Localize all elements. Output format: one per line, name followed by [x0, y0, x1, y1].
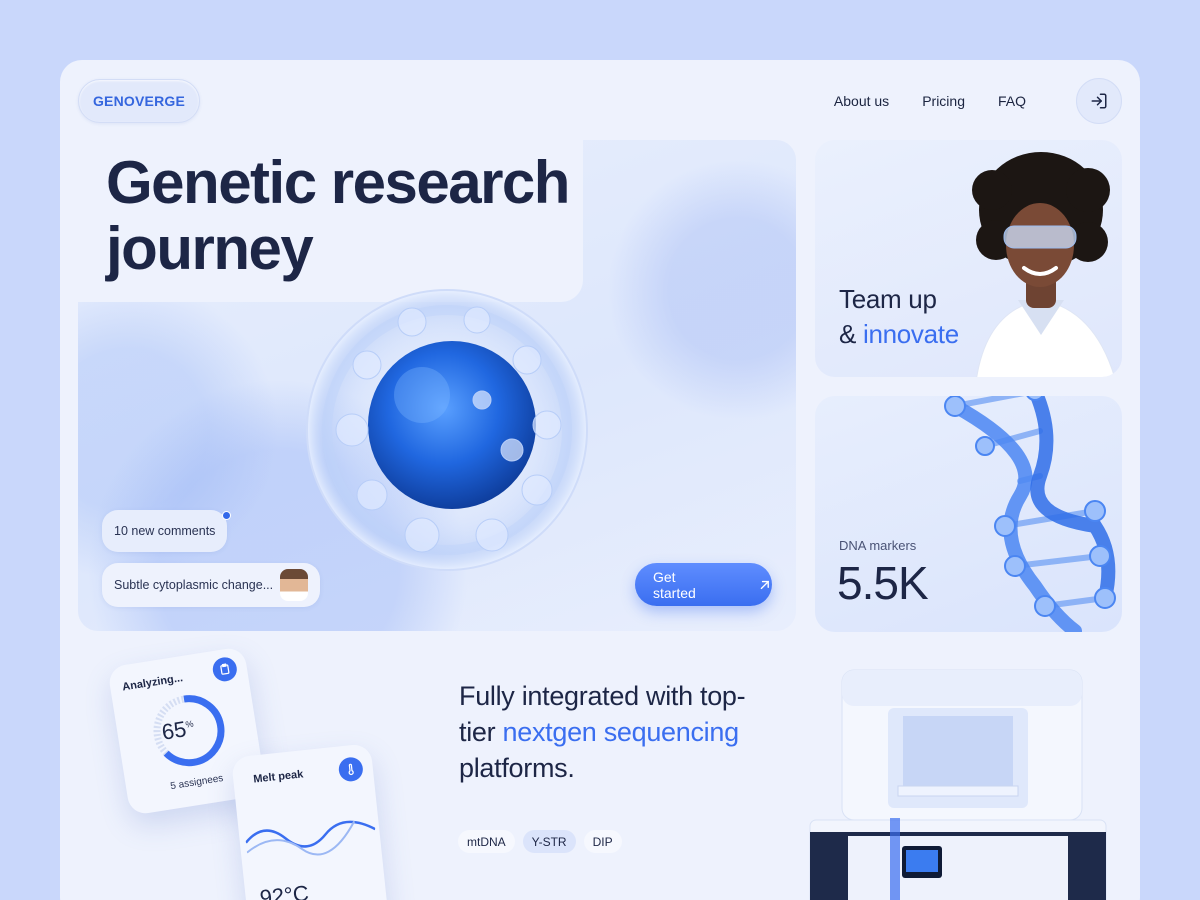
dna-helix-illustration [944, 396, 1116, 632]
analysis-percent-sign: % [184, 718, 195, 730]
comments-notification[interactable]: 10 new comments [102, 510, 232, 552]
page-title: Genetic research journey [106, 149, 570, 282]
team-line-2-prefix: & [839, 319, 863, 349]
arrow-up-right-icon [761, 580, 770, 589]
tag-dip[interactable]: DIP [583, 830, 622, 853]
login-icon [1091, 93, 1107, 109]
melt-title: Melt peak [252, 768, 304, 786]
tagline-line-2-accent: nextgen sequencing [502, 717, 740, 747]
title-line-1: Genetic research [106, 149, 570, 216]
team-line-1: Team up [839, 284, 937, 314]
tagline-line-2-prefix: tier [459, 717, 503, 747]
marker-tags: mtDNA Y-STR DIP [458, 830, 622, 853]
cell-illustration [306, 289, 588, 571]
dna-markers-label: DNA markers [839, 538, 917, 553]
brand-name: GENOVERGE [92, 93, 186, 109]
melt-curve [244, 820, 376, 856]
nav-faq[interactable]: FAQ [998, 93, 1026, 109]
comments-count: 10 new comments [114, 524, 216, 538]
get-started-button[interactable]: Get started [635, 563, 772, 606]
integration-tagline: Fully integrated with top- tier nextgen … [459, 678, 789, 786]
melt-temperature: 92°C [258, 880, 310, 900]
scientist-portrait [972, 152, 1115, 377]
dna-markers-card[interactable]: DNA markers 5.5K [815, 396, 1122, 632]
get-started-label: Get started [653, 568, 696, 601]
analysis-assignees: 5 assignees [169, 772, 225, 793]
team-card[interactable]: Team up & innovate [815, 140, 1122, 377]
team-heading: Team up & innovate [839, 282, 959, 352]
comment-preview[interactable]: Subtle cytoplasmic change... [102, 563, 320, 607]
dna-markers-value: 5.5K [837, 557, 929, 609]
nav-pricing[interactable]: Pricing [922, 93, 965, 109]
sequencer-machine-illustration [809, 669, 1107, 900]
login-button[interactable] [1076, 78, 1122, 124]
nav-about[interactable]: About us [834, 93, 889, 109]
title-line-2: journey [106, 215, 314, 282]
clipboard-icon [211, 655, 239, 684]
comment-text: Subtle cytoplasmic change... [114, 578, 274, 592]
avatar [280, 569, 308, 601]
melt-peak-card[interactable]: Melt peak 92°C [230, 743, 390, 900]
analysis-percent: 65% [160, 715, 196, 746]
analysis-title: Analyzing... [121, 672, 184, 694]
tagline-line-1: Fully integrated with top- [459, 681, 746, 711]
tag-y-str[interactable]: Y-STR [522, 830, 576, 853]
page-frame: GENOVERGE About us Pricing FAQ Genetic r… [60, 60, 1140, 900]
main-nav: About us Pricing FAQ [834, 93, 1026, 109]
tag-mtdna[interactable]: mtDNA [458, 830, 515, 853]
tagline-line-2: tier nextgen sequencing [459, 714, 789, 750]
team-line-2-accent: innovate [862, 319, 959, 349]
tagline-line-3: platforms. [459, 753, 575, 783]
team-line-2: & innovate [839, 317, 959, 352]
brand-logo[interactable]: GENOVERGE [78, 79, 200, 123]
thermometer-icon [337, 756, 365, 783]
